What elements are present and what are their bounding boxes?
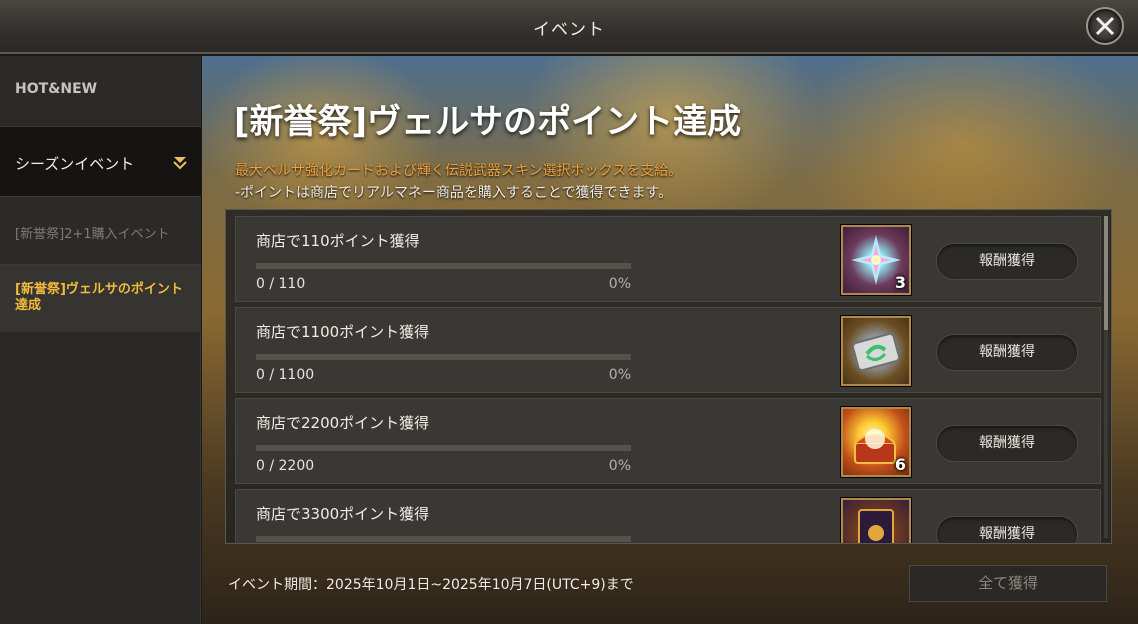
mission-row: 商店で110ポイント獲得 0 / 110 0% 3 報酬獲得 bbox=[235, 216, 1101, 302]
event-panel: [新誉祭]ヴェルサのポイント達成 最大ベルサ強化カードおよび輝く伝説武器スキン選… bbox=[202, 56, 1138, 624]
event-title: [新誉祭]ヴェルサのポイント達成 bbox=[234, 102, 742, 142]
mission-list[interactable]: 商店で110ポイント獲得 0 / 110 0% 3 報酬獲得 商店で1100ポイ… bbox=[225, 209, 1112, 544]
progress-bar bbox=[256, 354, 631, 360]
progress-count: 0 / 110 bbox=[256, 276, 306, 292]
close-icon bbox=[1095, 16, 1115, 36]
skin-box-icon[interactable] bbox=[841, 498, 911, 543]
event-description-reward: 最大ベルサ強化カードおよび輝く伝説武器スキン選択ボックスを支給。 bbox=[235, 163, 683, 179]
progress-bar bbox=[256, 445, 631, 451]
enhance-card-icon[interactable] bbox=[841, 316, 911, 386]
sidebar: HOT&NEW シーズンイベント [新誉祭]2+1購入イベント [新誉祭]ヴェル… bbox=[0, 56, 201, 624]
crystal-bundle-icon[interactable]: 3 bbox=[841, 225, 911, 295]
progress-bar bbox=[256, 263, 631, 269]
window-title: イベント bbox=[533, 20, 605, 40]
chevron-down-icon bbox=[172, 154, 188, 174]
sidebar-item-point-event[interactable]: [新誉祭]ヴェルサのポイント達成 bbox=[0, 265, 201, 332]
mission-title: 商店で110ポイント獲得 bbox=[256, 232, 420, 250]
claim-reward-button[interactable]: 報酬獲得 bbox=[936, 516, 1078, 543]
sidebar-item-label: [新誉祭]2+1購入イベント bbox=[15, 227, 170, 242]
claim-all-button[interactable]: 全て獲得 bbox=[909, 565, 1107, 602]
sidebar-item-label: [新誉祭]ヴェルサのポイント達成 bbox=[15, 282, 183, 313]
reward-quantity: 6 bbox=[894, 455, 906, 474]
sidebar-item-season-event[interactable]: シーズンイベント bbox=[0, 127, 201, 197]
sidebar-item-label: HOT&NEW bbox=[15, 81, 98, 97]
progress-bar bbox=[256, 536, 631, 542]
event-description-note: -ポイントは商店でリアルマネー商品を購入することで獲得できます。 bbox=[235, 185, 673, 201]
progress-percent: 0% bbox=[608, 276, 631, 292]
mission-row: 商店で1100ポイント獲得 0 / 1100 0% 報酬獲得 bbox=[235, 307, 1101, 393]
mission-title: 商店で2200ポイント獲得 bbox=[256, 414, 430, 432]
mission-row: 商店で2200ポイント獲得 0 / 2200 0% 6 報酬獲得 bbox=[235, 398, 1101, 484]
treasure-chest-icon[interactable]: 6 bbox=[841, 407, 911, 477]
sidebar-item-hot-new[interactable]: HOT&NEW bbox=[0, 56, 201, 127]
claim-reward-button[interactable]: 報酬獲得 bbox=[936, 334, 1078, 371]
progress-percent: 0% bbox=[608, 367, 631, 383]
reward-quantity: 3 bbox=[894, 273, 906, 292]
progress-count: 0 / 1100 bbox=[256, 367, 315, 383]
window-header: イベント bbox=[0, 0, 1138, 54]
mission-title: 商店で1100ポイント獲得 bbox=[256, 323, 430, 341]
progress-percent: 0% bbox=[608, 458, 631, 474]
claim-reward-button[interactable]: 報酬獲得 bbox=[936, 425, 1078, 462]
progress-count: 0 / 2200 bbox=[256, 458, 315, 474]
mission-title: 商店で3300ポイント獲得 bbox=[256, 505, 430, 523]
claim-reward-button[interactable]: 報酬獲得 bbox=[936, 243, 1078, 280]
sidebar-item-2plus1-event[interactable]: [新誉祭]2+1購入イベント bbox=[0, 197, 201, 265]
scrollbar-thumb[interactable] bbox=[1104, 216, 1108, 330]
sidebar-item-label: シーズンイベント bbox=[15, 155, 135, 173]
event-period: イベント期間：2025年10月1日~2025年10月7日(UTC+9)まで bbox=[228, 577, 634, 593]
mission-row: 商店で3300ポイント獲得 報酬獲得 bbox=[235, 489, 1101, 543]
close-button[interactable] bbox=[1086, 7, 1124, 45]
